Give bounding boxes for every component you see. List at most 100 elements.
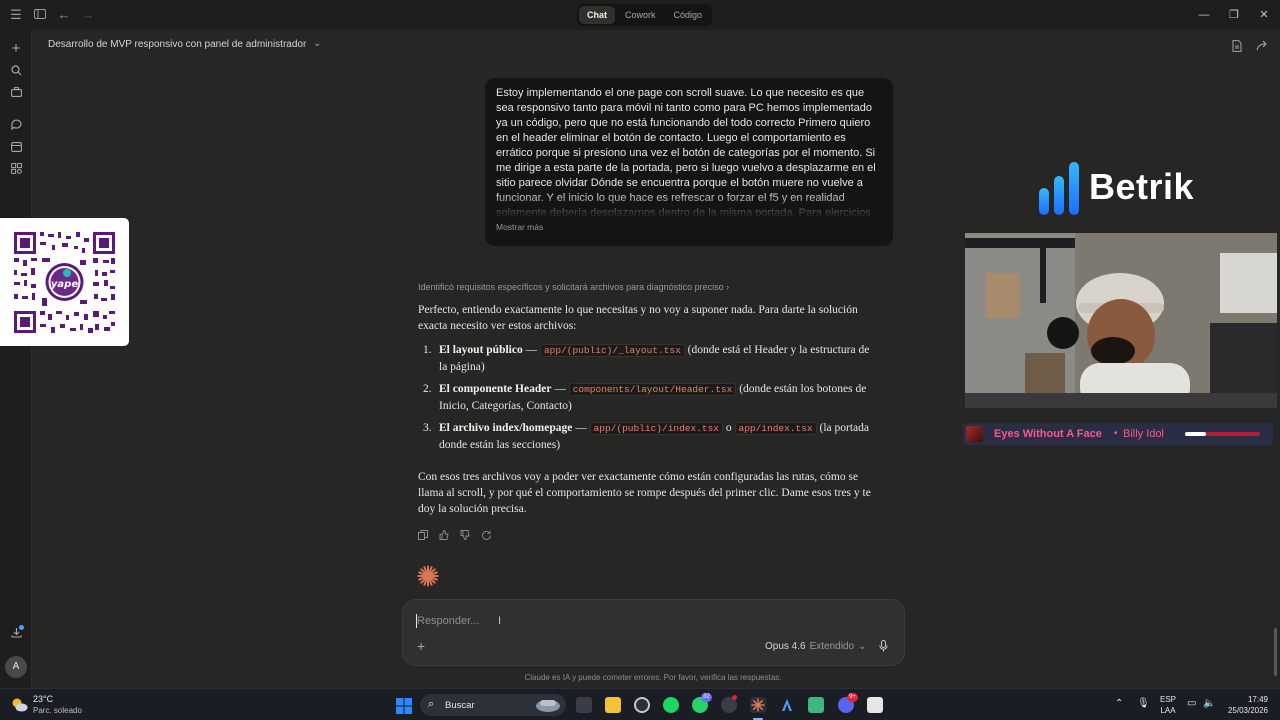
- list-number: 3.: [423, 422, 432, 434]
- separator: •: [1114, 428, 1118, 439]
- item-dash: —: [551, 383, 569, 395]
- volume-icon[interactable]: 🔈: [1203, 698, 1215, 709]
- browser-icon[interactable]: [634, 697, 650, 713]
- chevron-down-icon: ⌄: [858, 641, 867, 652]
- new-chat-icon[interactable]: +: [8, 41, 24, 57]
- back-arrow-icon[interactable]: ←: [56, 7, 72, 23]
- claude-spark-icon: [417, 565, 439, 587]
- taskbar-search[interactable]: ⌕ Buscar: [420, 694, 566, 716]
- chats-icon[interactable]: [8, 118, 24, 134]
- tab-chat[interactable]: Chat: [579, 6, 615, 24]
- message-actions: [418, 530, 491, 542]
- taskbar-search-label: Buscar: [445, 700, 475, 711]
- code-path: components/layout/Header.tsx: [568, 383, 737, 396]
- windows-start-icon[interactable]: [396, 698, 412, 714]
- code-path: app/(public)/_layout.tsx: [539, 344, 685, 357]
- microphone-icon[interactable]: [879, 640, 888, 655]
- disclaimer-text: Claude es IA y puede cometer errores. Po…: [524, 673, 782, 682]
- chevron-up-icon[interactable]: ⌃: [1115, 698, 1123, 709]
- add-attachment-button[interactable]: +: [417, 638, 425, 654]
- language-indicator[interactable]: ESP LAA: [1160, 694, 1176, 716]
- file-list: 1. El layout público — app/(public)/_lay…: [418, 342, 878, 453]
- show-more-link[interactable]: Mostrar más: [496, 222, 543, 232]
- chevron-right-icon: ›: [726, 282, 730, 292]
- webcam-feed: [965, 233, 1277, 408]
- brand-name: Betrik: [1089, 166, 1195, 207]
- notification-dot: [19, 625, 24, 630]
- code-path: app/(public)/index.tsx: [589, 422, 723, 435]
- scrollbar-thumb[interactable]: [1274, 628, 1277, 676]
- microphone-icon[interactable]: 🎙: [1137, 698, 1150, 709]
- forward-arrow-icon[interactable]: →: [80, 7, 96, 23]
- restore-button[interactable]: ❐: [1226, 7, 1242, 23]
- composer-input[interactable]: Responder...: [417, 615, 479, 627]
- keyboard-layout: LAA: [1160, 706, 1176, 715]
- task-view-icon[interactable]: [576, 697, 592, 713]
- model-name: Opus 4.6: [765, 641, 806, 652]
- album-art: [966, 426, 983, 442]
- taskbar: 23°C Parc. soleado ⌕ Buscar 32 9+ ⌃ 🎙 ES…: [0, 688, 1280, 720]
- sidebar-toggle-icon[interactable]: [32, 7, 48, 23]
- notepad-icon[interactable]: [808, 697, 824, 713]
- list-item: 1. El layout público — app/(public)/_lay…: [418, 342, 878, 375]
- mouse-cursor-icon: I: [498, 615, 502, 627]
- tab-cowork[interactable]: Cowork: [617, 6, 664, 24]
- app-icon[interactable]: [867, 697, 883, 713]
- yape-logo-text: yape: [51, 279, 78, 290]
- list-item: 2. El componente Header — components/lay…: [418, 381, 878, 414]
- menu-icon[interactable]: ☰: [8, 7, 24, 23]
- assistant-message: Perfecto, entiendo exactamente lo que ne…: [418, 302, 878, 525]
- copy-icon[interactable]: [418, 530, 428, 542]
- model-selector[interactable]: Opus 4.6 Extendido ⌄: [765, 641, 866, 652]
- weather-condition[interactable]: Parc. soleado: [33, 706, 82, 715]
- thumbs-up-icon[interactable]: [439, 530, 449, 542]
- item-title: El layout público: [439, 344, 523, 356]
- whatsapp-badge: 32: [701, 693, 712, 702]
- mode-switcher: Chat Cowork Código: [577, 4, 713, 26]
- search-icon: ⌕: [428, 698, 435, 710]
- chevron-down-icon[interactable]: ⌄: [313, 38, 321, 49]
- close-window-button[interactable]: ✕: [1256, 7, 1272, 23]
- file-explorer-icon[interactable]: [605, 697, 621, 713]
- webcam-image: [965, 233, 1277, 408]
- artist-name: Billy Idol: [1123, 428, 1164, 440]
- language-code: ESP: [1160, 695, 1177, 704]
- network-icon[interactable]: ▭: [1187, 698, 1196, 709]
- projects-icon[interactable]: [8, 140, 24, 156]
- code-editor-icon[interactable]: [779, 697, 795, 713]
- now-playing-widget: Eyes Without A Face • Billy Idol: [963, 423, 1273, 445]
- bar-chart-logo-icon: [1039, 162, 1079, 215]
- spotify-icon[interactable]: [663, 697, 679, 713]
- tab-codigo[interactable]: Código: [666, 6, 711, 24]
- thinking-summary-text: Identificó requisitos específicos y soli…: [418, 282, 724, 292]
- user-message-text: Estoy implementando el one page con scro…: [496, 87, 876, 218]
- assistant-closing: Con esos tres archivos voy a poder ver e…: [418, 471, 871, 515]
- conversation-title[interactable]: Desarrollo de MVP responsivo con panel d…: [48, 39, 306, 50]
- minimize-button[interactable]: —: [1196, 7, 1212, 23]
- list-number: 1.: [423, 344, 432, 356]
- thumbs-down-icon[interactable]: [460, 530, 470, 542]
- search-icon[interactable]: [8, 64, 24, 80]
- document-icon[interactable]: [1230, 40, 1244, 54]
- time: 17:49: [1247, 695, 1268, 704]
- date: 25/03/2026: [1227, 706, 1268, 715]
- item-title: El componente Header: [439, 383, 552, 395]
- yape-qr-code: yape: [14, 232, 115, 333]
- playback-progress: [1185, 432, 1260, 436]
- temperature[interactable]: 23°C: [33, 694, 53, 704]
- search-highlight-icon: [536, 700, 560, 712]
- retry-icon[interactable]: [481, 530, 491, 542]
- share-icon[interactable]: [1255, 40, 1269, 54]
- toolbox-icon[interactable]: [8, 85, 24, 101]
- clock[interactable]: 17:49 25/03/2026: [1222, 694, 1268, 716]
- playback-progress-fill: [1185, 432, 1206, 436]
- claude-app-icon[interactable]: [750, 697, 766, 713]
- thinking-summary[interactable]: Identificó requisitos específicos y soli…: [418, 282, 729, 292]
- user-message-bubble: Estoy implementando el one page con scro…: [485, 78, 893, 246]
- message-composer[interactable]: Responder... I + Opus 4.6 Extendido ⌄: [402, 599, 905, 666]
- title-bar: ☰ ← → Chat Cowork Código — ❐ ✕: [0, 0, 1280, 30]
- weather-partly-sunny-icon[interactable]: [11, 697, 28, 712]
- model-mode: Extendido: [809, 641, 855, 652]
- qr-code-card: yape: [0, 218, 129, 346]
- artifacts-icon[interactable]: [8, 162, 24, 178]
